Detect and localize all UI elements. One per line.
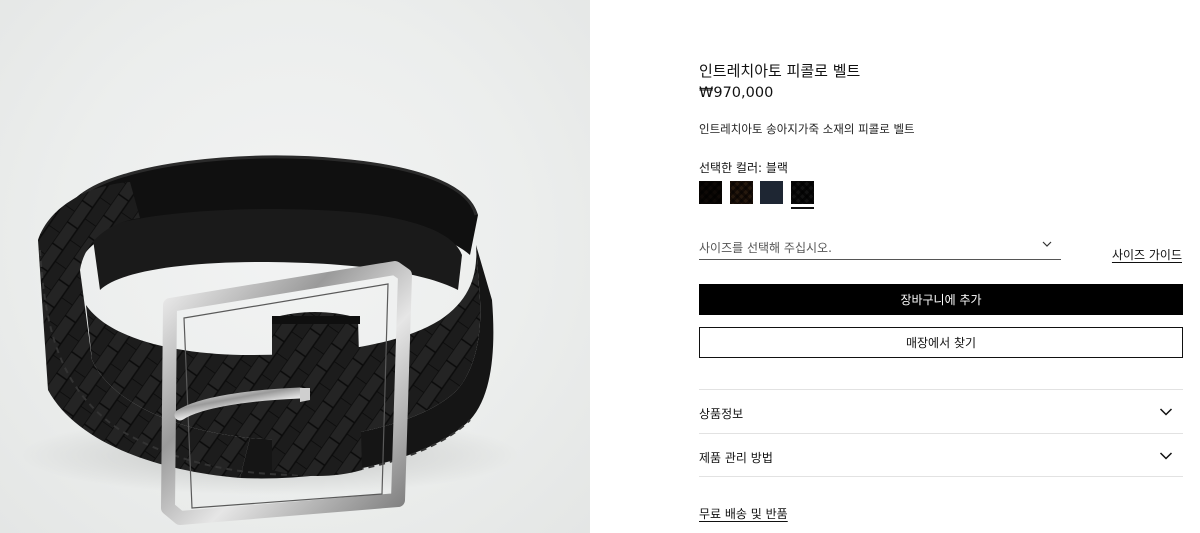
belt-illustration xyxy=(20,155,520,525)
selected-color-label: 선택한 컬러: 블랙 xyxy=(699,161,788,175)
size-select[interactable]: 사이즈를 선택해 주십시오. xyxy=(699,234,1061,260)
add-to-cart-button[interactable]: 장바구니에 추가 xyxy=(699,284,1183,315)
size-guide-link[interactable]: 사이즈 가이드 xyxy=(1112,246,1182,263)
find-in-store-button[interactable]: 매장에서 찾기 xyxy=(699,327,1183,358)
color-swatch-navy[interactable] xyxy=(760,181,783,204)
selected-swatch-indicator xyxy=(791,207,814,209)
accordion-label: 제품 관리 방법 xyxy=(699,451,773,465)
color-swatch-black[interactable] xyxy=(791,181,814,204)
product-title: 인트레치아토 피콜로 벨트 xyxy=(699,62,861,80)
accordion-care-instructions[interactable]: 제품 관리 방법 xyxy=(699,433,1183,477)
accordion-label: 상품정보 xyxy=(699,407,744,421)
color-swatches xyxy=(699,181,839,209)
product-image xyxy=(0,0,590,533)
chevron-down-icon xyxy=(1159,408,1173,416)
product-accordion: 상품정보 제품 관리 방법 xyxy=(699,389,1183,477)
free-shipping-returns-link[interactable]: 무료 배송 및 반품 xyxy=(699,505,788,522)
chevron-down-icon xyxy=(1159,452,1173,460)
accordion-product-info[interactable]: 상품정보 xyxy=(699,389,1183,433)
size-select-placeholder: 사이즈를 선택해 주십시오. xyxy=(699,241,832,255)
product-info-panel: 인트레치아토 피콜로 벨트 ₩970,000 인트레치아토 송아지가죽 소재의 … xyxy=(699,0,1183,533)
color-swatch-dark-brown[interactable] xyxy=(699,181,722,204)
product-price: ₩970,000 xyxy=(699,85,774,101)
color-swatch-brown[interactable] xyxy=(730,181,753,204)
chevron-down-icon xyxy=(1042,241,1052,247)
product-description: 인트레치아토 송아지가죽 소재의 피콜로 벨트 xyxy=(699,122,915,136)
